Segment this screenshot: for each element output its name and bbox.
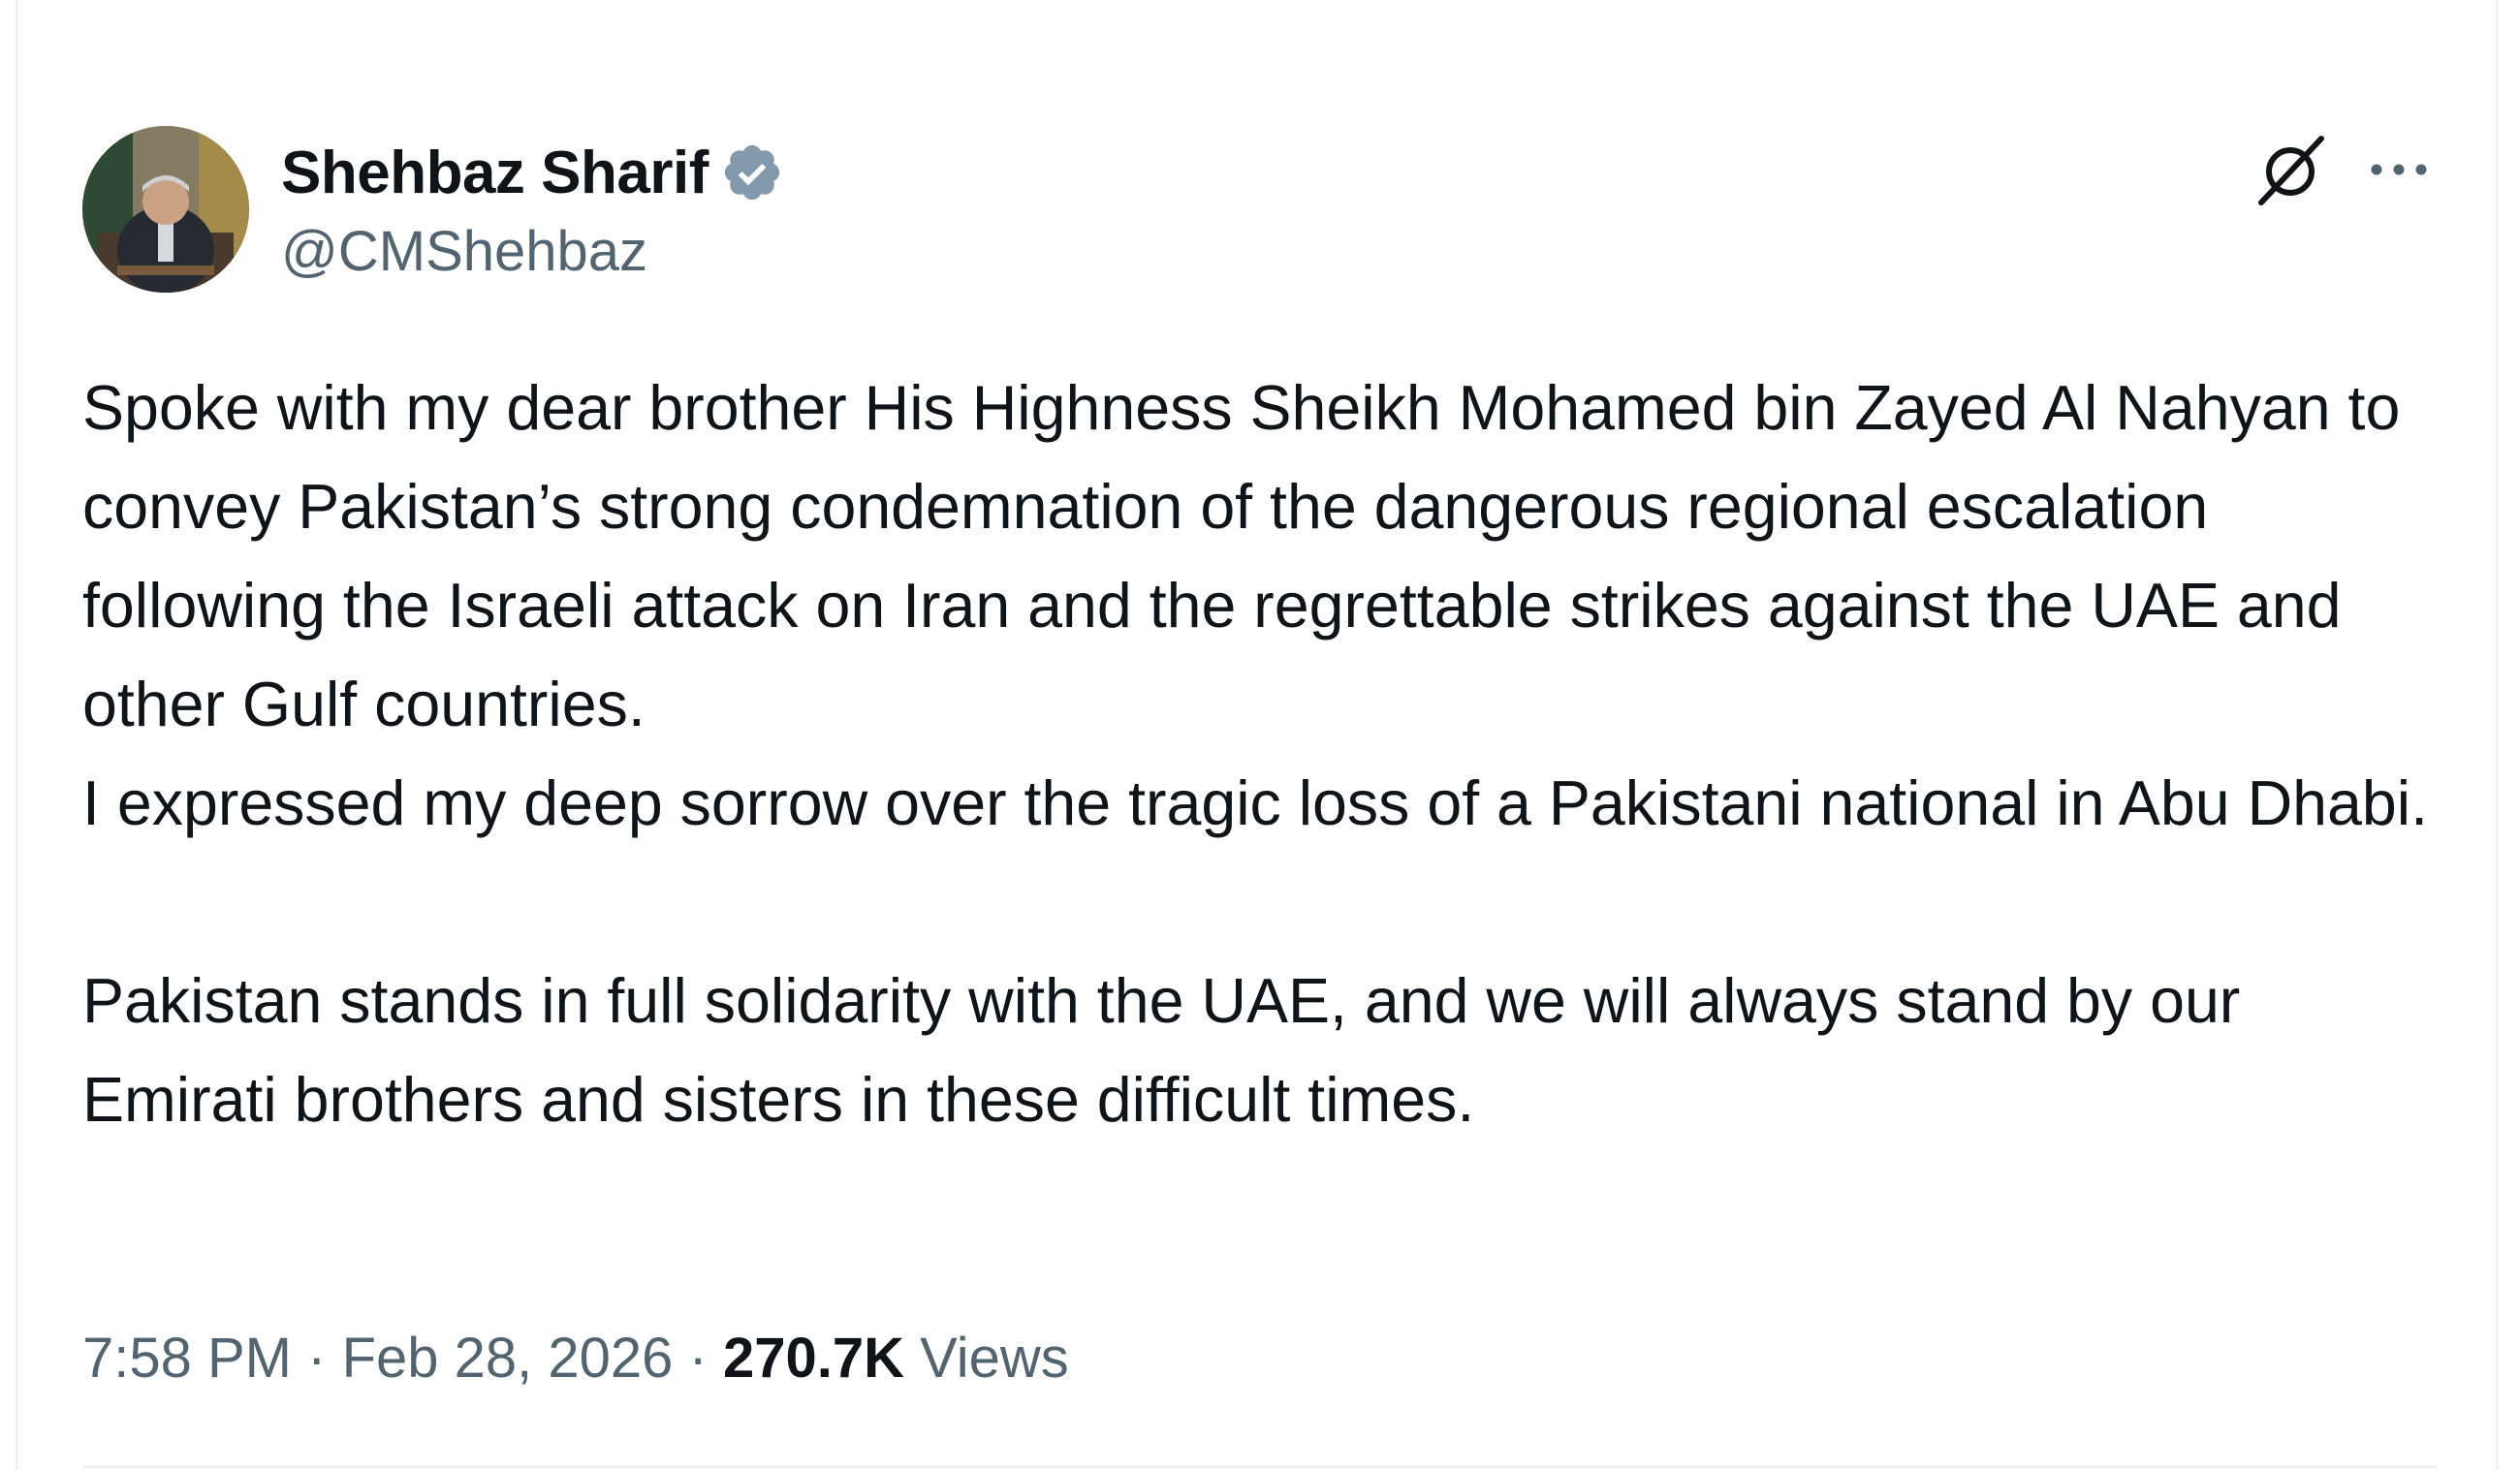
author-info: Shehbaz Sharif @CMShehbaz [281, 134, 784, 284]
tweet-paragraph-3: Pakistan stands in full solidarity with … [82, 966, 2258, 1135]
tweet-header: Shehbaz Sharif @CMShehbaz [82, 126, 2438, 296]
tweet-metadata: 7:58 PM · Feb 28, 2026 · 270.7K Views [82, 1326, 1069, 1391]
meta-separator: · [688, 1327, 708, 1390]
author-display-name[interactable]: Shehbaz Sharif [281, 139, 709, 207]
verified-badge-icon[interactable] [720, 141, 784, 204]
tweet-page: Shehbaz Sharif @CMShehbaz Spoke with my … [0, 0, 2520, 1470]
more-options-icon[interactable] [2365, 131, 2433, 208]
meta-separator: · [307, 1327, 327, 1390]
avatar-image [82, 126, 249, 293]
card-border-right [2496, 0, 2499, 1470]
tweet-date[interactable]: Feb 28, 2026 [342, 1327, 674, 1390]
avatar[interactable] [82, 126, 249, 293]
tweet-card: Shehbaz Sharif @CMShehbaz Spoke with my … [82, 126, 2438, 1390]
tweet-divider [82, 1465, 2438, 1468]
tweet-paragraph-1: Spoke with my dear brother His Highness … [82, 373, 2418, 739]
views-count[interactable]: 270.7K [723, 1327, 904, 1390]
tweet-text: Spoke with my dear brother His Highness … [82, 359, 2447, 1149]
author-handle[interactable]: @CMShehbaz [281, 219, 784, 284]
grok-icon[interactable] [2253, 131, 2331, 208]
card-border-left [16, 0, 18, 1470]
tweet-time[interactable]: 7:58 PM [82, 1327, 292, 1390]
tweet-paragraph-2: I expressed my deep sorrow over the trag… [82, 768, 2429, 838]
views-label: Views [920, 1327, 1069, 1390]
name-row: Shehbaz Sharif [281, 134, 784, 211]
